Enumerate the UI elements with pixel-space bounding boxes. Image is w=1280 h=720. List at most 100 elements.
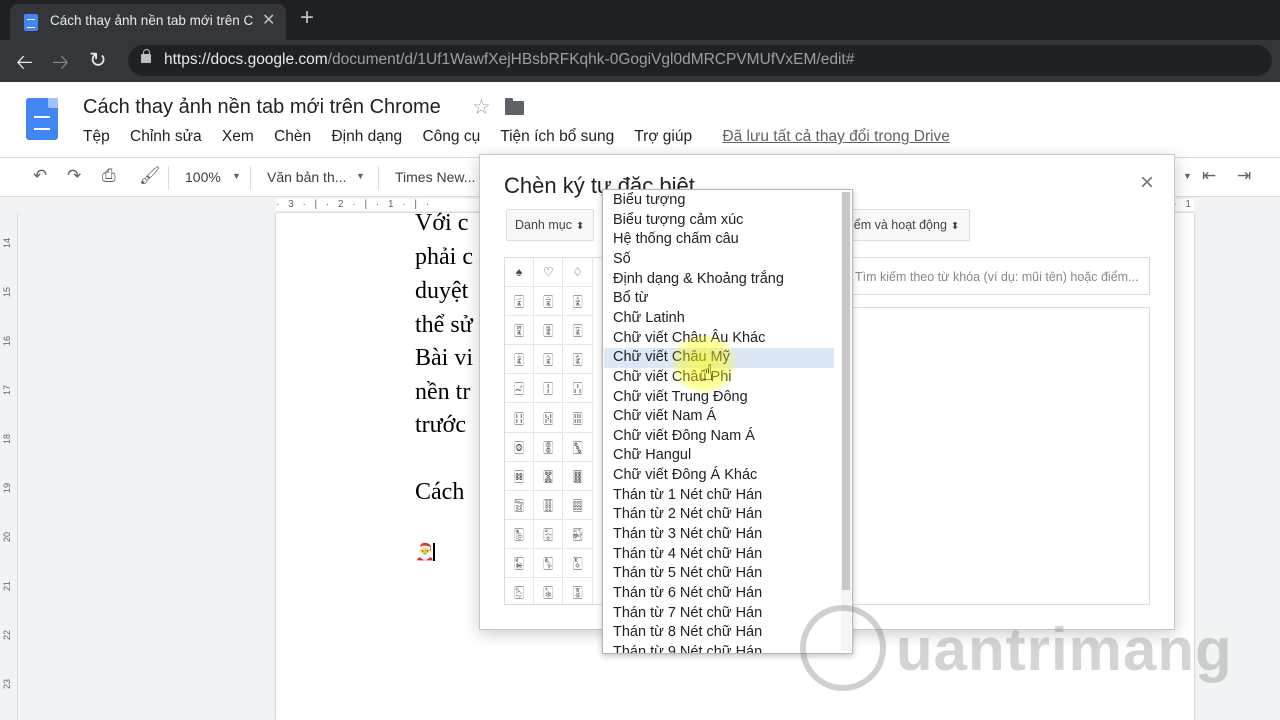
dropdown-option[interactable]: Chữ Hangul bbox=[604, 446, 834, 466]
character-cell[interactable]: 🀛 bbox=[563, 432, 593, 462]
browser-tab[interactable]: Cách thay ảnh nền tab mới trên C ✕ bbox=[10, 4, 286, 40]
hand-pointer-icon: ☝ bbox=[700, 360, 714, 385]
docs-logo-icon[interactable] bbox=[26, 98, 58, 140]
character-cell[interactable]: 🀩 bbox=[534, 578, 564, 604]
draw-symbol-area[interactable] bbox=[846, 307, 1150, 605]
character-cell[interactable]: 🀔 bbox=[534, 403, 564, 433]
more-caret-icon[interactable]: ▼ bbox=[1183, 171, 1192, 181]
dropdown-option[interactable]: Biểu tượng bbox=[604, 191, 834, 211]
character-cell[interactable]: 🀢 bbox=[505, 519, 534, 549]
character-cell[interactable]: 🀞 bbox=[563, 461, 593, 491]
character-cell[interactable]: 🀡 bbox=[563, 490, 593, 520]
dropdown-scrollbar[interactable] bbox=[841, 192, 851, 651]
document-title[interactable]: Cách thay ảnh nền tab mới trên Chrome bbox=[83, 96, 441, 119]
increase-indent-icon[interactable]: ⇥ bbox=[1237, 166, 1251, 186]
character-cell[interactable]: 🀇 bbox=[505, 287, 534, 317]
character-grid: ♠ ♡ ♢ 🀇 🀈 🀉 🀊 🀋 🀌 🀍 🀎 🀏 🀐 🀑 🀒 🀓 🀔 🀕 🀙 🀚 🀛 🀜 🀝 🀞 🀟 🀠 🀡 🀢 🀣 🀤 🀥 🀦 🀧 🀨 🀩 🀪 bbox=[504, 257, 604, 605]
category-select[interactable]: Danh mục ⬍ bbox=[506, 209, 594, 241]
menu-format[interactable]: Định dạng bbox=[331, 128, 402, 145]
subcategory-select[interactable]: iểm và hoạt động ⬍ bbox=[846, 209, 970, 241]
character-cell[interactable]: 🀏 bbox=[563, 345, 593, 375]
menu-edit[interactable]: Chỉnh sửa bbox=[130, 128, 202, 145]
dropdown-option[interactable]: Bổ từ bbox=[604, 289, 834, 309]
paragraph-style-select[interactable]: Văn bản th... bbox=[267, 169, 346, 185]
character-cell[interactable]: 🀪 bbox=[564, 578, 593, 604]
dropdown-option[interactable]: Chữ viết Đông Á Khác bbox=[604, 466, 834, 486]
dropdown-option[interactable]: Thán từ 1 Nét chữ Hán bbox=[604, 486, 834, 506]
reload-icon[interactable]: ↻ bbox=[89, 48, 107, 73]
address-bar[interactable]: https://docs.google.com/document/d/1Uf1W… bbox=[128, 45, 1272, 76]
folder-icon[interactable] bbox=[505, 98, 524, 115]
ruler-mark: 14 bbox=[2, 237, 12, 248]
menu-view[interactable]: Xem bbox=[222, 128, 254, 145]
character-cell[interactable]: 🀕 bbox=[563, 403, 593, 433]
decrease-indent-icon[interactable]: ⇤ bbox=[1202, 166, 1216, 186]
character-cell[interactable]: 🀐 bbox=[505, 374, 534, 404]
character-cell[interactable]: 🀣 bbox=[534, 519, 564, 549]
grid-header-cell[interactable]: ♡ bbox=[534, 258, 564, 287]
menu-file[interactable]: Tệp bbox=[83, 128, 110, 145]
back-arrow-icon[interactable]: 🡠 bbox=[16, 48, 33, 83]
font-select[interactable]: Times New... bbox=[395, 169, 475, 185]
star-icon[interactable]: ☆ bbox=[472, 95, 491, 120]
tab-close-icon[interactable]: ✕ bbox=[262, 10, 275, 30]
undo-icon[interactable]: ↶ bbox=[33, 166, 47, 186]
new-tab-button[interactable]: + bbox=[300, 4, 314, 32]
close-icon[interactable]: × bbox=[1140, 169, 1154, 197]
character-cell[interactable]: 🀊 bbox=[505, 316, 534, 346]
print-icon[interactable]: ⎙ bbox=[102, 166, 116, 186]
dropdown-option[interactable]: Số bbox=[604, 250, 834, 270]
character-cell[interactable]: 🀒 bbox=[563, 374, 593, 404]
character-cell[interactable]: 🀍 bbox=[505, 345, 534, 375]
saved-status-link[interactable]: Đã lưu tất cả thay đổi trong Drive bbox=[722, 128, 949, 145]
zoom-select[interactable]: 100% bbox=[185, 169, 221, 185]
character-cell[interactable]: 🀜 bbox=[505, 461, 534, 491]
dropdown-option[interactable]: Thán từ 2 Nét chữ Hán bbox=[604, 505, 834, 525]
character-cell[interactable]: 🀝 bbox=[534, 461, 564, 491]
scrollbar-thumb[interactable] bbox=[842, 192, 850, 590]
character-cell[interactable]: 🀌 bbox=[563, 316, 593, 346]
dropdown-option[interactable]: Thán từ 6 Nét chữ Hán bbox=[604, 584, 834, 604]
search-input[interactable]: Tìm kiếm theo từ khóa (ví dụ: mũi tên) h… bbox=[846, 257, 1150, 295]
character-cell[interactable]: 🀠 bbox=[534, 490, 564, 520]
character-cell[interactable]: 🀨 bbox=[505, 578, 534, 604]
character-cell[interactable]: 🀉 bbox=[563, 287, 593, 317]
character-cell[interactable]: 🀋 bbox=[534, 316, 564, 346]
character-cell[interactable]: 🀥 bbox=[505, 549, 534, 578]
menu-help[interactable]: Trợ giúp bbox=[634, 128, 692, 145]
character-cell[interactable]: 🀤 bbox=[563, 519, 593, 549]
dropdown-option[interactable]: Hệ thống chấm câu bbox=[604, 230, 834, 250]
character-cell[interactable]: 🀦 bbox=[534, 549, 564, 578]
dropdown-option[interactable]: Thán từ 3 Nét chữ Hán bbox=[604, 525, 834, 545]
paint-format-icon[interactable]: 🖌 bbox=[139, 166, 161, 186]
dropdown-option[interactable]: Biểu tượng cảm xúc bbox=[604, 211, 834, 231]
ruler-ticks-right: · 1 bbox=[1173, 199, 1194, 210]
dropdown-option[interactable]: Thán từ 4 Nét chữ Hán bbox=[604, 545, 834, 565]
menu-addons[interactable]: Tiện ích bổ sung bbox=[500, 128, 614, 145]
menu-insert[interactable]: Chèn bbox=[274, 128, 311, 145]
forward-arrow-icon[interactable]: 🡢 bbox=[52, 48, 69, 83]
dropdown-option[interactable]: Chữ viết Trung Đông bbox=[604, 388, 834, 408]
dropdown-option[interactable]: Định dạng & Khoảng trắng bbox=[604, 270, 834, 290]
character-cell[interactable]: 🀙 bbox=[505, 432, 534, 462]
character-cell[interactable]: 🀧 bbox=[563, 549, 593, 578]
grid-header-cell[interactable]: ♢ bbox=[563, 258, 593, 287]
dropdown-option[interactable]: Chữ viết Nam Á bbox=[604, 407, 834, 427]
browser-tab-strip: Cách thay ảnh nền tab mới trên C ✕ + bbox=[0, 0, 1280, 40]
character-cell[interactable]: 🀚 bbox=[534, 432, 564, 462]
menu-tools[interactable]: Công cụ bbox=[422, 128, 480, 145]
character-cell[interactable]: 🀟 bbox=[505, 490, 534, 520]
character-cell[interactable]: 🀑 bbox=[534, 374, 564, 404]
dropdown-option[interactable]: Thán từ 5 Nét chữ Hán bbox=[604, 564, 834, 584]
ruler-mark: 22 bbox=[2, 629, 12, 640]
dropdown-option[interactable]: Chữ Latinh bbox=[604, 309, 834, 329]
grid-header-cell[interactable]: ♠ bbox=[505, 258, 534, 287]
tab-title: Cách thay ảnh nền tab mới trên C bbox=[50, 13, 254, 28]
watermark-text: uantrimang bbox=[896, 616, 1233, 683]
ruler-mark: 15 bbox=[2, 286, 12, 297]
character-cell[interactable]: 🀓 bbox=[505, 403, 534, 433]
character-cell[interactable]: 🀈 bbox=[534, 287, 564, 317]
dropdown-option[interactable]: Chữ viết Đông Nam Á bbox=[604, 427, 834, 447]
character-cell[interactable]: 🀎 bbox=[534, 345, 564, 375]
redo-icon[interactable]: ↷ bbox=[67, 166, 81, 186]
